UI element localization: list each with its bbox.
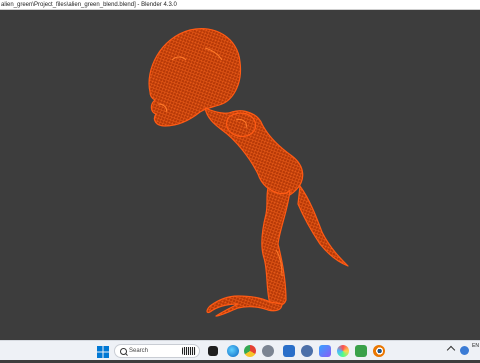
tray-chevron-icon[interactable] bbox=[446, 345, 456, 355]
chrome-icon[interactable] bbox=[244, 345, 256, 357]
tray-app-icon[interactable] bbox=[460, 346, 469, 355]
search-icon bbox=[120, 348, 127, 355]
blender-icon[interactable] bbox=[373, 345, 385, 357]
3d-viewport[interactable] bbox=[0, 10, 480, 340]
window-title: alien_green\Project_files\alien_green_bl… bbox=[1, 2, 177, 8]
start-icon[interactable] bbox=[97, 345, 109, 358]
app-blue-icon[interactable] bbox=[283, 345, 295, 357]
app-green-icon[interactable] bbox=[355, 345, 367, 357]
edge-icon[interactable] bbox=[227, 345, 239, 357]
alien-head bbox=[148, 28, 242, 127]
tray-language[interactable]: EN bbox=[472, 343, 479, 349]
alien-tail bbox=[297, 185, 349, 267]
settings-icon[interactable] bbox=[262, 345, 274, 357]
zebra-icon bbox=[182, 347, 196, 355]
taskbar-search-box[interactable]: Search bbox=[114, 344, 200, 358]
photos-icon[interactable] bbox=[319, 345, 331, 357]
app-gear-icon[interactable] bbox=[301, 345, 313, 357]
windows-taskbar: Search EN bbox=[0, 340, 480, 360]
alien-wireframe-model[interactable] bbox=[0, 10, 480, 340]
app-colorful-icon[interactable] bbox=[337, 345, 349, 357]
search-placeholder: Search bbox=[129, 348, 149, 354]
window-titlebar: alien_green\Project_files\alien_green_bl… bbox=[0, 0, 480, 10]
alien-shoulder bbox=[226, 112, 257, 137]
task-view-icon[interactable] bbox=[208, 346, 218, 356]
alien-leg bbox=[261, 187, 291, 307]
